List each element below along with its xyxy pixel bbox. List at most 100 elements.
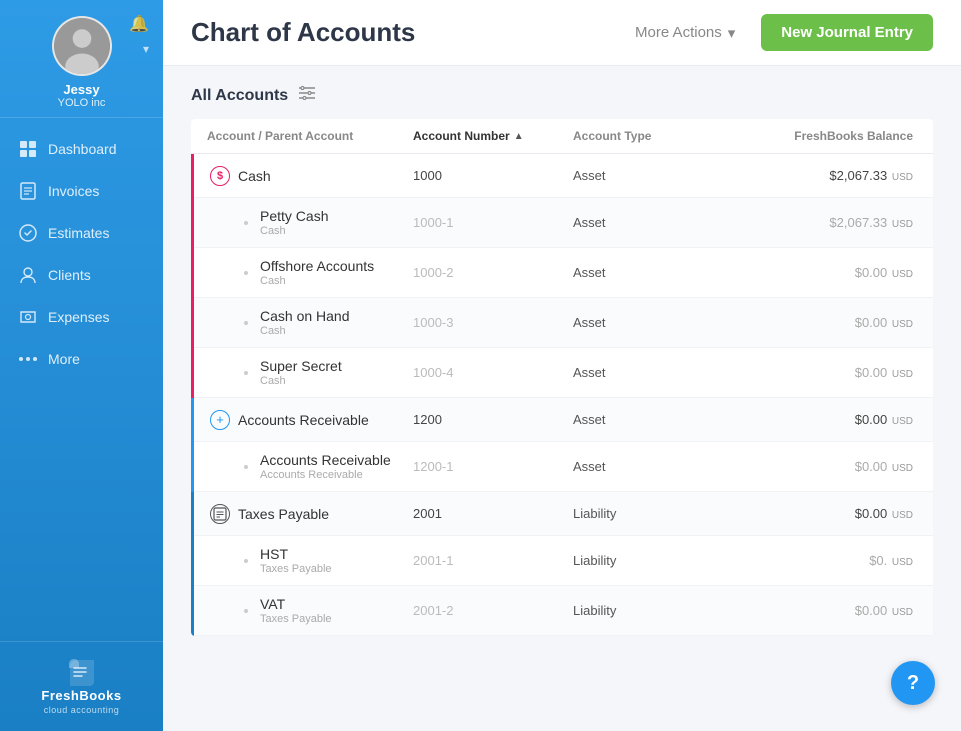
table-row[interactable]: Petty Cash Cash 1000-1 Asset $2,067.33 U…: [191, 198, 933, 248]
account-number: 1200: [413, 412, 573, 427]
sidebar-item-label: Dashboard: [48, 141, 117, 157]
page-header: Chart of Accounts More Actions ▾ New Jou…: [163, 0, 961, 66]
accent-bar-pink: [191, 154, 194, 398]
sidebar-item-more[interactable]: More: [0, 338, 163, 380]
currency-label: USD: [892, 269, 913, 280]
table-row[interactable]: HST Taxes Payable 2001-1 Liability $0. U…: [191, 536, 933, 586]
help-button[interactable]: ?: [891, 661, 935, 705]
currency-label: USD: [892, 319, 913, 330]
account-name-cell: HST Taxes Payable: [210, 546, 413, 575]
indent-dot-icon: [240, 461, 252, 473]
account-name-cell: Taxes Payable: [210, 504, 413, 524]
account-balance: $2,067.33 USD: [733, 168, 933, 183]
table-row[interactable]: $ Cash 1000 Asset $2,067.33 USD: [191, 154, 933, 198]
sidebar-item-dashboard[interactable]: Dashboard: [0, 128, 163, 170]
account-parent: Cash: [260, 275, 374, 287]
sidebar-item-label: Expenses: [48, 309, 109, 325]
sidebar-item-estimates[interactable]: Estimates: [0, 212, 163, 254]
estimates-icon: [18, 223, 38, 243]
sidebar-item-expenses[interactable]: Expenses: [0, 296, 163, 338]
account-parent: Cash: [260, 225, 328, 237]
account-name: Offshore Accounts: [260, 258, 374, 274]
freshbooks-logo-sub: cloud accounting: [44, 705, 120, 715]
avatar-image: [54, 18, 110, 74]
sidebar-item-label: More: [48, 351, 80, 367]
all-accounts-bar: All Accounts: [191, 86, 933, 105]
table-row[interactable]: + Accounts Receivable 1200 Asset $0.00 U…: [191, 398, 933, 442]
indent-dot-icon: [240, 605, 252, 617]
sidebar-item-label: Invoices: [48, 183, 99, 199]
more-actions-label: More Actions: [635, 24, 722, 41]
currency-label: USD: [892, 463, 913, 474]
all-accounts-label: All Accounts: [191, 87, 288, 105]
account-number: 1000-3: [413, 315, 573, 330]
receipt-icon: [210, 504, 230, 524]
account-number: 1000-4: [413, 365, 573, 380]
indent-dot-icon: [240, 217, 252, 229]
account-name-cell: Petty Cash Cash: [210, 208, 413, 237]
account-name-cell: Cash on Hand Cash: [210, 308, 413, 337]
indent-dot-icon: [240, 317, 252, 329]
account-name-cell: + Accounts Receivable: [210, 410, 413, 430]
user-company: YOLO inc: [58, 97, 106, 109]
account-name-cell: Accounts Receivable Accounts Receivable: [210, 452, 413, 481]
table-row[interactable]: VAT Taxes Payable 2001-2 Liability $0.00…: [191, 586, 933, 636]
dashboard-icon: [18, 139, 38, 159]
account-balance: $0.00 USD: [733, 365, 933, 380]
table-row[interactable]: Super Secret Cash 1000-4 Asset $0.00 USD: [191, 348, 933, 398]
accent-bar-blue: [191, 398, 194, 492]
indent-dot-icon: [240, 555, 252, 567]
account-name: Super Secret: [260, 358, 342, 374]
account-type: Asset: [573, 265, 733, 280]
account-number: 2001-1: [413, 553, 573, 568]
account-parent: Taxes Payable: [260, 563, 332, 575]
account-group-ar: + Accounts Receivable 1200 Asset $0.00 U…: [191, 398, 933, 492]
account-balance: $0.00 USD: [733, 459, 933, 474]
account-type: Liability: [573, 603, 733, 618]
account-number: 2001: [413, 506, 573, 521]
sidebar: 🔔 Jessy YOLO inc ▾: [0, 0, 163, 731]
sidebar-item-invoices[interactable]: Invoices: [0, 170, 163, 212]
table-row[interactable]: Cash on Hand Cash 1000-3 Asset $0.00 USD: [191, 298, 933, 348]
account-number: 1000: [413, 168, 573, 183]
currency-label: USD: [892, 510, 913, 521]
account-balance: $0.00 USD: [733, 265, 933, 280]
account-balance: $0.00 USD: [733, 315, 933, 330]
indent-dot-icon: [240, 367, 252, 379]
account-type: Asset: [573, 215, 733, 230]
currency-label: USD: [892, 416, 913, 427]
expenses-icon: [18, 307, 38, 327]
dollar-icon: $: [210, 166, 230, 186]
account-type: Asset: [573, 412, 733, 427]
account-balance: $0.00 USD: [733, 603, 933, 618]
user-name: Jessy: [63, 82, 99, 97]
plus-icon: +: [210, 410, 230, 430]
account-name-cell: Offshore Accounts Cash: [210, 258, 413, 287]
more-actions-button[interactable]: More Actions ▾: [621, 16, 749, 50]
more-icon: [18, 349, 38, 369]
account-number: 1000-2: [413, 265, 573, 280]
account-type: Asset: [573, 365, 733, 380]
invoices-icon: [18, 181, 38, 201]
freshbooks-logo-text: FreshBooks: [41, 688, 121, 703]
new-journal-entry-button[interactable]: New Journal Entry: [761, 14, 933, 51]
account-name: HST: [260, 546, 332, 562]
accounts-content: All Accounts Account / Parent Account Ac…: [163, 66, 961, 731]
chevron-down-icon[interactable]: ▾: [143, 42, 149, 56]
filter-icon[interactable]: [298, 86, 316, 105]
sidebar-item-clients[interactable]: Clients: [0, 254, 163, 296]
table-header: Account / Parent Account Account Number …: [191, 119, 933, 154]
table-row[interactable]: Offshore Accounts Cash 1000-2 Asset $0.0…: [191, 248, 933, 298]
avatar: [52, 16, 112, 76]
currency-label: USD: [892, 557, 913, 568]
header-actions: More Actions ▾ New Journal Entry: [621, 14, 933, 51]
account-name: Taxes Payable: [238, 506, 329, 522]
account-number: 1200-1: [413, 459, 573, 474]
account-name: Accounts Receivable: [260, 452, 391, 468]
table-row[interactable]: Taxes Payable 2001 Liability $0.00 USD: [191, 492, 933, 536]
indent-dot-icon: [240, 267, 252, 279]
table-row[interactable]: Accounts Receivable Accounts Receivable …: [191, 442, 933, 492]
bell-icon[interactable]: 🔔: [129, 14, 149, 34]
sort-arrow-icon: ▲: [514, 131, 524, 142]
sidebar-user-section: 🔔 Jessy YOLO inc ▾: [0, 0, 163, 118]
